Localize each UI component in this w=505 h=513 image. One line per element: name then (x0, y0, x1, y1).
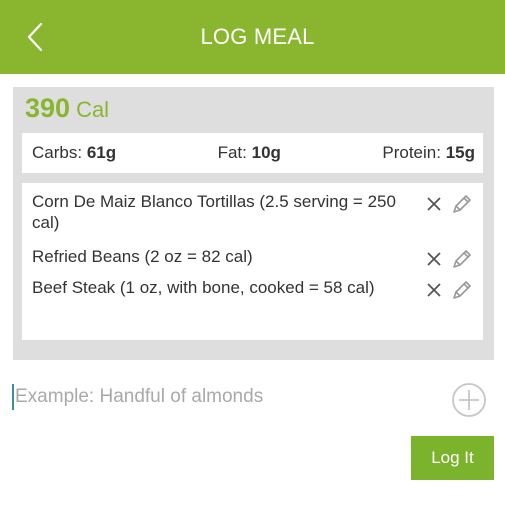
remove-item-button[interactable] (423, 279, 445, 301)
macro-protein-value: 15g (445, 143, 475, 162)
edit-item-button[interactable] (451, 248, 473, 270)
macro-protein-label: Protein: (382, 143, 441, 162)
macro-fat: Fat: 10g (218, 143, 281, 163)
close-icon (427, 252, 441, 266)
top-bar: LOG MEAL (0, 0, 505, 74)
item-actions (423, 193, 473, 215)
list-item: Beef Steak (1 oz, with bone, cooked = 58… (32, 277, 473, 327)
log-it-button[interactable]: Log It (411, 436, 494, 480)
edit-item-button[interactable] (451, 193, 473, 215)
remove-item-button[interactable] (423, 193, 445, 215)
list-item: Corn De Maiz Blanco Tortillas (2.5 servi… (32, 191, 473, 246)
meal-input-row (12, 383, 493, 411)
macro-carbs-label: Carbs: (32, 143, 83, 162)
calorie-total: 390 Cal (25, 93, 109, 124)
pencil-icon (453, 250, 471, 268)
calorie-value: 390 (25, 93, 71, 123)
food-item-text: Beef Steak (1 oz, with bone, cooked = 58… (32, 278, 375, 297)
macro-fat-label: Fat: (217, 143, 247, 162)
macros-row: Carbs: 61g Fat: 10g Protein: 15g (22, 133, 483, 173)
calorie-unit: Cal (76, 97, 110, 122)
item-actions (423, 279, 473, 301)
pencil-icon (453, 281, 471, 299)
list-item: Refried Beans (2 oz = 82 cal) (32, 246, 473, 277)
macro-protein: Protein: 15g (382, 143, 475, 163)
edit-item-button[interactable] (451, 279, 473, 301)
macro-carbs: Carbs: 61g (32, 143, 116, 163)
remove-item-button[interactable] (423, 248, 445, 270)
page-title: LOG MEAL (200, 24, 315, 49)
add-food-button[interactable] (451, 382, 487, 418)
food-item-list: Corn De Maiz Blanco Tortillas (2.5 servi… (22, 183, 483, 340)
log-meal-screen: LOG MEAL 390 Cal Carbs: 61g Fat: 10g Pro… (0, 0, 505, 513)
close-icon (427, 283, 441, 297)
meal-search-input[interactable] (14, 384, 434, 410)
item-actions (423, 248, 473, 270)
macro-carbs-value: 61g (86, 143, 117, 162)
meal-summary-card: 390 Cal Carbs: 61g Fat: 10g Protein: 15g… (13, 87, 494, 360)
macro-fat-value: 10g (251, 143, 281, 162)
food-item-text: Corn De Maiz Blanco Tortillas (2.5 servi… (32, 192, 396, 232)
food-item-text: Refried Beans (2 oz = 82 cal) (32, 247, 253, 266)
close-icon (427, 197, 441, 211)
plus-circle-icon (452, 383, 486, 417)
pencil-icon (453, 195, 471, 213)
